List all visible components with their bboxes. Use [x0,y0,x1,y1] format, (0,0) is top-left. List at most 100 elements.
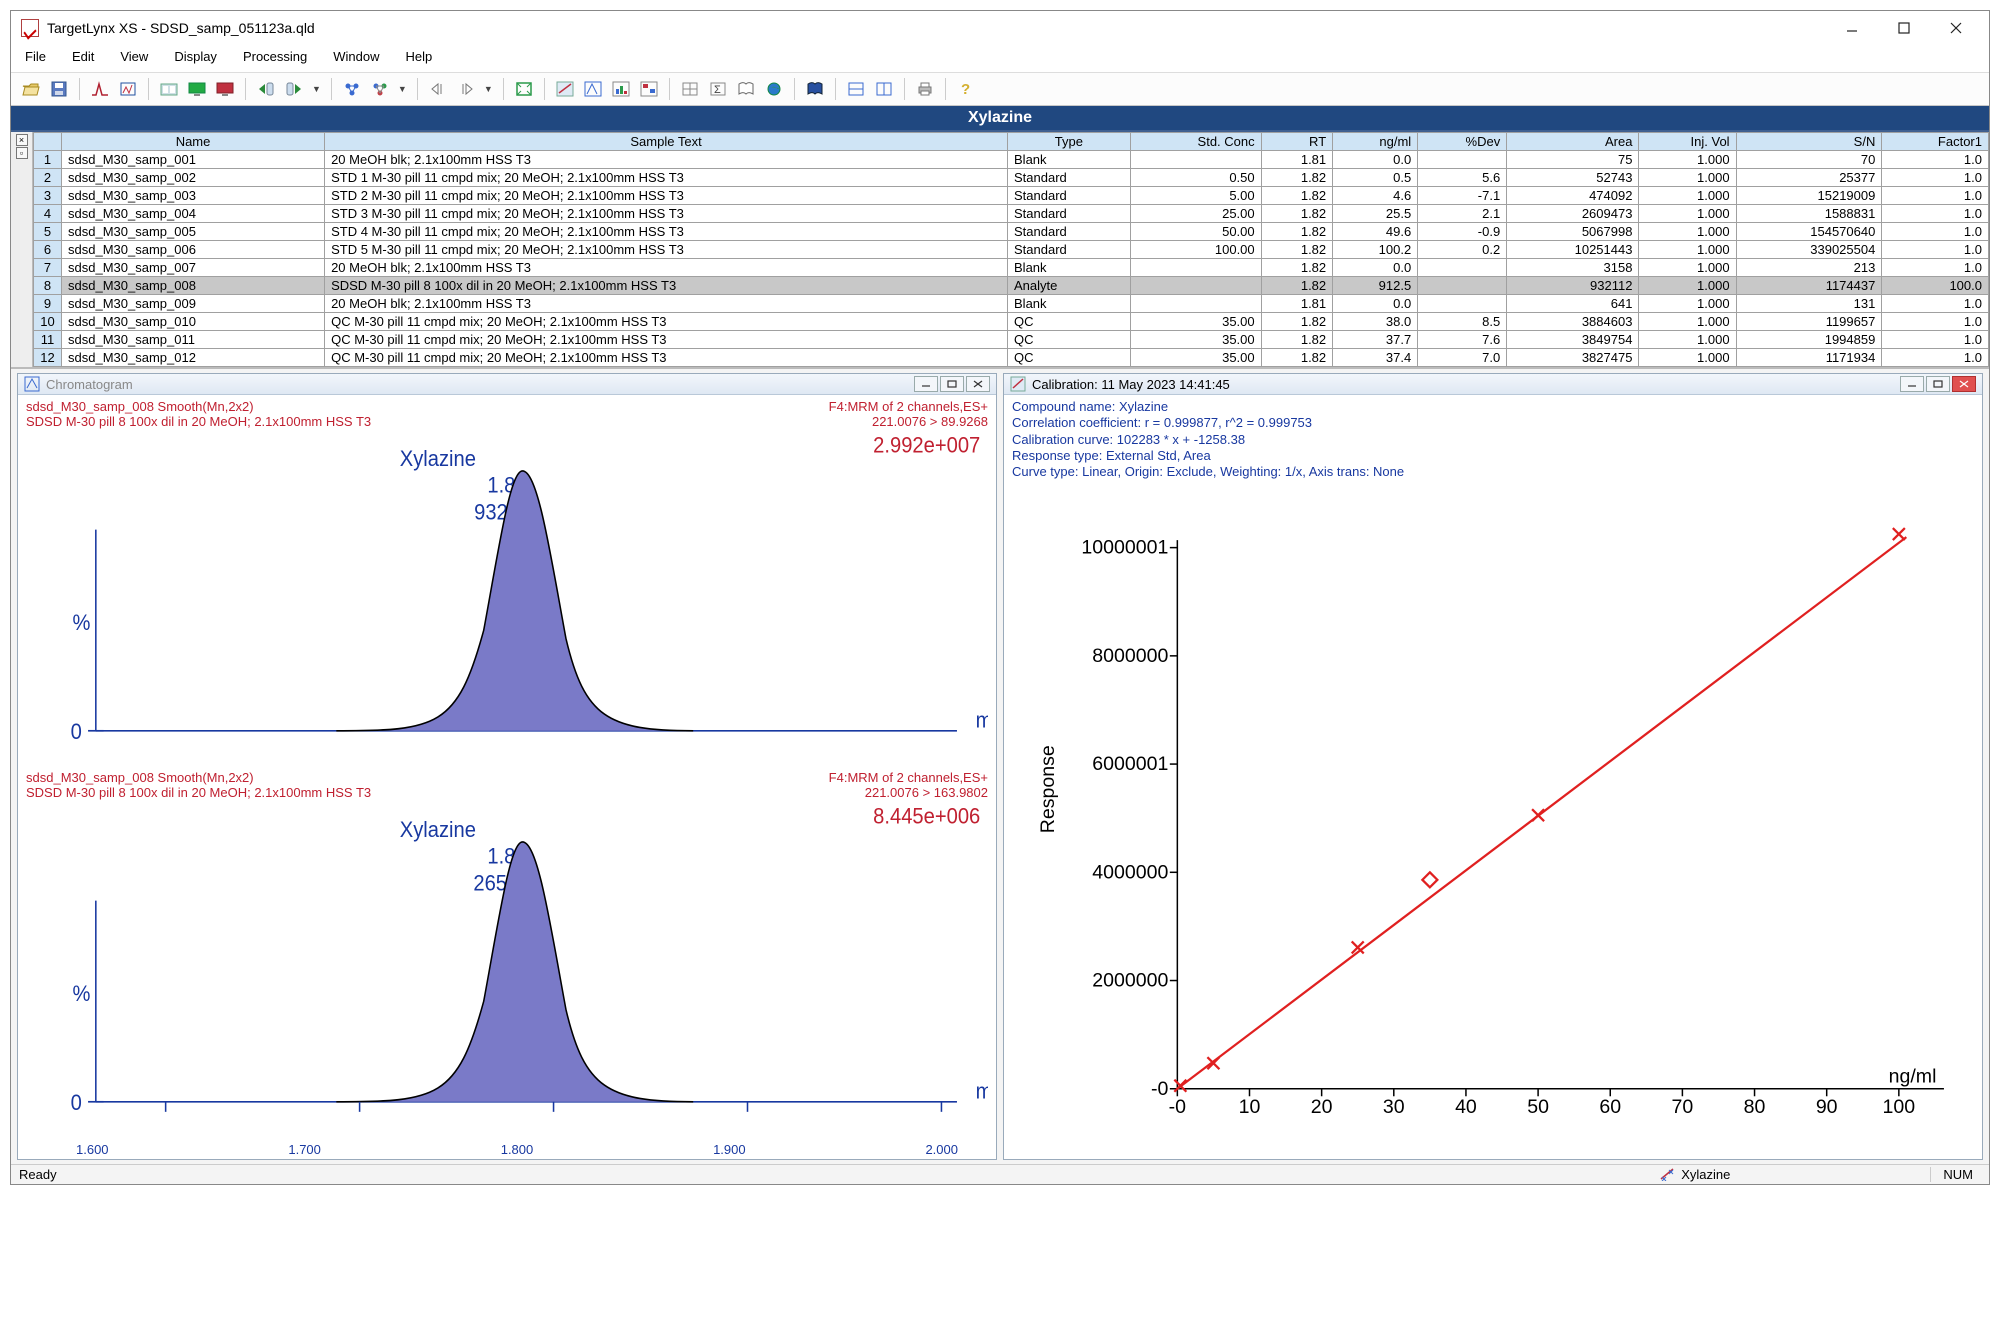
table-cell[interactable]: 1994859 [1736,331,1882,349]
table-cell[interactable]: 49.6 [1333,223,1418,241]
table-cell[interactable]: 37.7 [1333,331,1418,349]
table-cell[interactable]: 2609473 [1507,205,1639,223]
col-header[interactable]: Inj. Vol [1639,133,1736,151]
table-cell[interactable]: 15219009 [1736,187,1882,205]
table-row[interactable]: 4sdsd_M30_samp_004STD 3 M-30 pill 11 cmp… [34,205,1989,223]
panel-close-button[interactable] [966,376,990,392]
table-cell[interactable]: 9 [34,295,62,313]
peak-dropdown-icon[interactable]: ▼ [482,84,495,94]
table-cell[interactable]: sdsd_M30_samp_001 [62,151,325,169]
table-cell[interactable]: 1.000 [1639,205,1736,223]
table-cell[interactable] [1418,151,1507,169]
table-cell[interactable]: 5.00 [1130,187,1261,205]
calibration-plot[interactable]: Response ng/ml -0 2000000 4000000 600000… [1012,486,1974,1150]
sigma-icon[interactable]: Σ [706,77,730,101]
table-cell[interactable]: QC M-30 pill 11 cmpd mix; 20 MeOH; 2.1x1… [325,331,1008,349]
menu-view[interactable]: View [110,47,158,66]
table-cell[interactable]: 1171934 [1736,349,1882,367]
table-cell[interactable]: 7.6 [1418,331,1507,349]
col-header[interactable]: Factor1 [1882,133,1989,151]
table-cell[interactable]: 2.1 [1418,205,1507,223]
report-layout-icon[interactable] [157,77,181,101]
panel-minimize-button[interactable] [914,376,938,392]
table-cell[interactable]: 25.5 [1333,205,1418,223]
table-cell[interactable]: 1.000 [1639,349,1736,367]
table-cell[interactable]: SDSD M-30 pill 8 100x dil in 20 MeOH; 2.… [325,277,1008,295]
table-cell[interactable]: QC M-30 pill 11 cmpd mix; 20 MeOH; 2.1x1… [325,349,1008,367]
table-cell[interactable]: 4 [34,205,62,223]
table-cell[interactable]: 0.5 [1333,169,1418,187]
table-cell[interactable]: 100.2 [1333,241,1418,259]
process-icon[interactable] [116,77,140,101]
table-cell[interactable]: sdsd_M30_samp_005 [62,223,325,241]
table-cell[interactable]: 932112 [1507,277,1639,295]
col-header[interactable]: Sample Text [325,133,1008,151]
split-v-icon[interactable] [872,77,896,101]
table-cell[interactable]: sdsd_M30_samp_010 [62,313,325,331]
table-cell[interactable]: STD 4 M-30 pill 11 cmpd mix; 20 MeOH; 2.… [325,223,1008,241]
table-cell[interactable]: 1.0 [1882,349,1989,367]
table-cell[interactable]: 5067998 [1507,223,1639,241]
table-cell[interactable]: 1.000 [1639,259,1736,277]
table-cell[interactable]: QC [1008,349,1131,367]
table-cell[interactable]: 5 [34,223,62,241]
table-cell[interactable]: 0.2 [1418,241,1507,259]
table-cell[interactable]: sdsd_M30_samp_011 [62,331,325,349]
table-cell[interactable]: 50.00 [1130,223,1261,241]
table-cell[interactable]: 52743 [1507,169,1639,187]
menu-processing[interactable]: Processing [233,47,317,66]
table-cell[interactable]: Standard [1008,169,1131,187]
table-cell[interactable]: Standard [1008,205,1131,223]
table-cell[interactable]: 11 [34,331,62,349]
table-row[interactable]: 2sdsd_M30_samp_002STD 1 M-30 pill 11 cmp… [34,169,1989,187]
split-h-icon[interactable] [844,77,868,101]
table-cell[interactable]: 1.81 [1261,295,1333,313]
table-cell[interactable]: 1.000 [1639,295,1736,313]
table-cell[interactable]: Analyte [1008,277,1131,295]
table-cell[interactable] [1418,259,1507,277]
table-cell[interactable]: -0.9 [1418,223,1507,241]
globe-icon[interactable] [762,77,786,101]
col-header[interactable]: Name [62,133,325,151]
table-cell[interactable]: sdsd_M30_samp_009 [62,295,325,313]
prev-vial-icon[interactable] [254,77,278,101]
table-cell[interactable]: 8.5 [1418,313,1507,331]
sample-table-wrap[interactable]: NameSample TextTypeStd. ConcRTng/ml%DevA… [33,132,1989,367]
table-row[interactable]: 11sdsd_M30_samp_011QC M-30 pill 11 cmpd … [34,331,1989,349]
table-cell[interactable]: 1.000 [1639,241,1736,259]
table-row[interactable]: 8sdsd_M30_samp_008SDSD M-30 pill 8 100x … [34,277,1989,295]
table-cell[interactable] [1418,295,1507,313]
table-cell[interactable]: 474092 [1507,187,1639,205]
table-cell[interactable]: 1.0 [1882,169,1989,187]
panel-minimize-button[interactable] [1900,376,1924,392]
prev-peak-icon[interactable] [426,77,450,101]
table-cell[interactable]: 70 [1736,151,1882,169]
table-row[interactable]: 10sdsd_M30_samp_010QC M-30 pill 11 cmpd … [34,313,1989,331]
table-cell[interactable]: QC [1008,313,1131,331]
menu-edit[interactable]: Edit [62,47,104,66]
table-cell[interactable]: 10 [34,313,62,331]
table-cell[interactable]: 1199657 [1736,313,1882,331]
bar-plot-icon[interactable] [609,77,633,101]
panel-maximize-button[interactable] [1926,376,1950,392]
table-row[interactable]: 12sdsd_M30_samp_012QC M-30 pill 11 cmpd … [34,349,1989,367]
table-cell[interactable]: 1.000 [1639,223,1736,241]
save-icon[interactable] [47,77,71,101]
table-cell[interactable]: 0.0 [1333,259,1418,277]
table-cell[interactable]: sdsd_M30_samp_006 [62,241,325,259]
table-cell[interactable]: 35.00 [1130,331,1261,349]
menu-window[interactable]: Window [323,47,389,66]
print-icon[interactable] [913,77,937,101]
table-cell[interactable]: sdsd_M30_samp_004 [62,205,325,223]
panel-maximize-button[interactable] [940,376,964,392]
handle-close-icon[interactable]: × [16,134,28,146]
integrate-icon[interactable] [88,77,112,101]
chromatogram-plot-1[interactable]: sdsd_M30_samp_008 Smooth(Mn,2x2)F4:MRM o… [26,399,988,770]
table-cell[interactable]: 1.82 [1261,313,1333,331]
table-cell[interactable]: QC M-30 pill 11 cmpd mix; 20 MeOH; 2.1x1… [325,313,1008,331]
table-cell[interactable]: 1.0 [1882,151,1989,169]
table-cell[interactable]: 7.0 [1418,349,1507,367]
table-cell[interactable]: 3827475 [1507,349,1639,367]
table-cell[interactable]: 3158 [1507,259,1639,277]
report-screen-icon[interactable] [185,77,209,101]
